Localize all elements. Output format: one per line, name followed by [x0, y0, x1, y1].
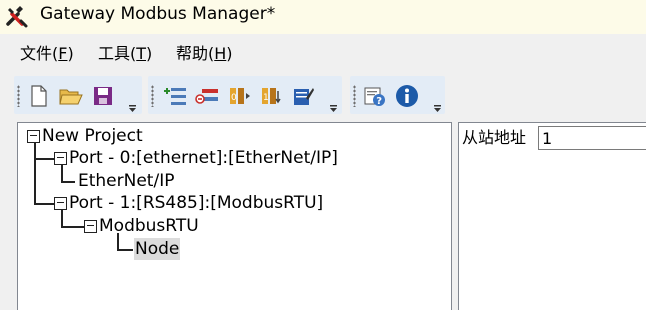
- add-port-icon[interactable]: [162, 83, 188, 109]
- toolbar-group-tools: 0 1: [148, 76, 342, 114]
- tree-connector: [61, 226, 85, 228]
- tree-connector: [61, 181, 75, 183]
- tree-node-port-1[interactable]: Port - 1:[RS485]:[ModbusRTU]: [54, 192, 323, 214]
- tree-connector: [34, 143, 36, 203]
- help-document-icon[interactable]: ?: [362, 83, 388, 109]
- collapse-icon[interactable]: [54, 151, 67, 165]
- toolbar-grip[interactable]: [151, 85, 154, 107]
- tree-node-ethernetip[interactable]: EtherNet/IP: [78, 170, 174, 192]
- tree-node-node[interactable]: Node: [134, 238, 181, 260]
- tree-node-root[interactable]: New Project: [27, 125, 143, 147]
- window-title: Gateway Modbus Manager*: [40, 4, 276, 24]
- delete-port-icon[interactable]: [194, 83, 220, 109]
- slave-address-label: 从站地址: [462, 128, 527, 147]
- collapse-icon[interactable]: [84, 219, 97, 233]
- toolbar-overflow-icon[interactable]: [433, 105, 442, 113]
- menu-help[interactable]: 帮助(H): [176, 44, 233, 64]
- tree-connector: [117, 249, 133, 251]
- project-tree[interactable]: New Project Port - 0:[ethernet]:[EtherNe…: [17, 122, 452, 310]
- svg-text:?: ?: [376, 96, 382, 107]
- property-panel: 从站地址: [458, 122, 646, 310]
- save-icon[interactable]: [90, 83, 116, 109]
- modbus-write-icon[interactable]: 1: [258, 83, 284, 109]
- menu-file[interactable]: 文件(F): [20, 44, 74, 64]
- open-folder-icon[interactable]: [58, 83, 84, 109]
- collapse-icon[interactable]: [27, 129, 40, 143]
- wrench-tools-icon: [6, 6, 28, 28]
- info-icon[interactable]: [394, 83, 420, 109]
- toolbar-group-file: [14, 76, 142, 114]
- toolbar-group-help: ?: [350, 76, 445, 114]
- tree-node-modbusrtu[interactable]: ModbusRTU: [84, 215, 199, 237]
- toolbar-overflow-icon[interactable]: [329, 105, 338, 113]
- new-file-icon[interactable]: [26, 83, 52, 109]
- collapse-icon[interactable]: [54, 196, 67, 210]
- menu-bar: 文件(F) 工具(T) 帮助(H): [0, 34, 646, 72]
- toolbar-grip[interactable]: [353, 85, 356, 107]
- title-bar: Gateway Modbus Manager*: [0, 0, 646, 34]
- svg-text:1: 1: [263, 93, 269, 103]
- edit-icon[interactable]: [290, 83, 316, 109]
- tree-connector: [34, 203, 54, 205]
- menu-tools[interactable]: 工具(T): [98, 44, 152, 64]
- toolbar-grip[interactable]: [17, 85, 20, 107]
- toolbar-overflow-icon[interactable]: [128, 105, 137, 113]
- modbus-read-icon[interactable]: 0: [226, 83, 252, 109]
- slave-address-input[interactable]: [538, 126, 646, 150]
- svg-text:0: 0: [231, 93, 237, 103]
- tree-connector: [34, 158, 54, 160]
- toolbar: 0 1 ?: [0, 72, 646, 118]
- tree-node-port-0[interactable]: Port - 0:[ethernet]:[EtherNet/IP]: [54, 147, 338, 169]
